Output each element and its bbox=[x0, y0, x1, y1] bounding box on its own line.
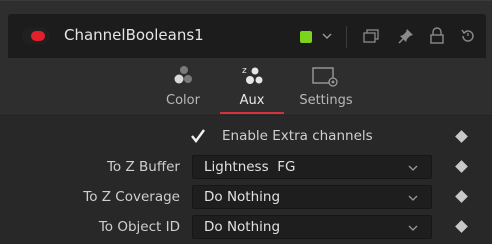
to-object-id-row: To Object ID Do Nothing bbox=[0, 215, 492, 239]
to-z-coverage-select[interactable]: Do Nothing bbox=[192, 185, 432, 209]
selected-tab-indicator bbox=[220, 112, 284, 114]
tab-aux[interactable]: z Aux bbox=[220, 60, 284, 116]
to-z-buffer-select[interactable]: Lightness FG bbox=[192, 155, 432, 179]
enable-extra-channels-label: Enable Extra channels bbox=[222, 128, 373, 144]
to-object-id-label: To Object ID bbox=[98, 219, 180, 235]
aux-channels-icon: z bbox=[242, 66, 263, 84]
enable-extra-channels-row: Enable Extra channels bbox=[0, 125, 492, 147]
tab-settings[interactable]: Settings bbox=[296, 60, 356, 116]
settings-icon bbox=[312, 67, 338, 87]
to-object-id-value: Do Nothing bbox=[204, 219, 281, 235]
chevron-down-icon bbox=[408, 195, 418, 201]
to-z-buffer-value: Lightness FG bbox=[204, 159, 296, 175]
keyframe-diamond-icon[interactable] bbox=[455, 160, 468, 173]
lock-icon[interactable] bbox=[428, 27, 446, 45]
to-z-buffer-row: To Z Buffer Lightness FG bbox=[0, 155, 492, 179]
power-toggle[interactable] bbox=[22, 28, 50, 44]
keyframe-diamond-icon[interactable] bbox=[455, 220, 468, 233]
node-color-swatch[interactable] bbox=[300, 31, 312, 43]
to-z-coverage-row: To Z Coverage Do Nothing bbox=[0, 185, 492, 209]
tab-color[interactable]: Color bbox=[160, 60, 206, 116]
tab-color-label: Color bbox=[166, 93, 200, 108]
enable-extra-channels-checkbox[interactable] bbox=[190, 128, 206, 144]
svg-text:z: z bbox=[242, 66, 247, 76]
to-z-buffer-label: To Z Buffer bbox=[106, 159, 180, 175]
versions-icon[interactable] bbox=[362, 27, 380, 45]
pin-icon[interactable] bbox=[397, 27, 415, 45]
header-divider bbox=[346, 26, 347, 48]
node-title: ChannelBooleans1 bbox=[64, 26, 204, 44]
power-toggle-knob bbox=[31, 31, 45, 41]
to-z-coverage-label: To Z Coverage bbox=[83, 189, 180, 205]
color-channels-icon bbox=[174, 66, 192, 84]
to-z-coverage-value: Do Nothing bbox=[204, 189, 281, 205]
keyframe-diamond-icon[interactable] bbox=[455, 190, 468, 203]
tab-aux-label: Aux bbox=[239, 93, 265, 108]
chevron-down-icon bbox=[408, 165, 418, 171]
chevron-down-icon bbox=[408, 225, 418, 231]
to-object-id-select[interactable]: Do Nothing bbox=[192, 215, 432, 239]
keyframe-diamond-icon[interactable] bbox=[455, 130, 468, 143]
tab-settings-label: Settings bbox=[299, 93, 353, 108]
reset-icon[interactable] bbox=[459, 27, 477, 45]
chevron-down-icon[interactable] bbox=[320, 29, 334, 43]
inspector-tabs: Color z Aux Settings bbox=[0, 60, 492, 116]
